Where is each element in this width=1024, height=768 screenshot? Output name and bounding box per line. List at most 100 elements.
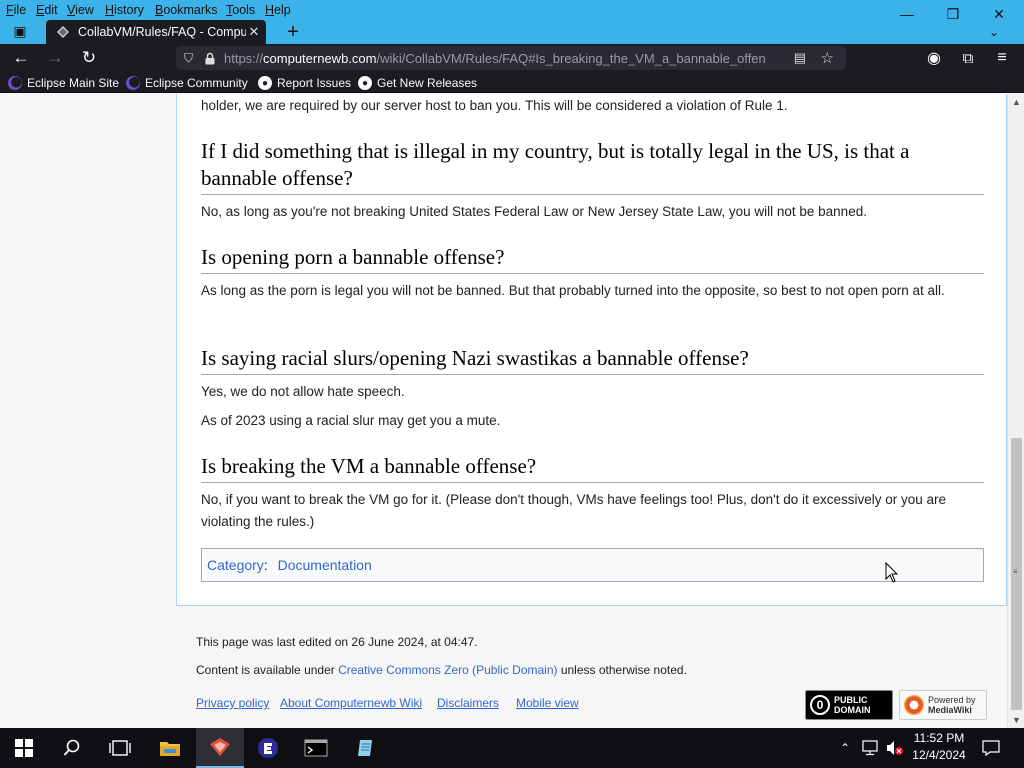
action-center-icon[interactable] [982, 728, 1000, 768]
category-label-link[interactable]: Category [207, 557, 264, 573]
bookmark-label: Report Issues [277, 76, 352, 90]
eclipse-app-icon [258, 738, 278, 758]
browser-app-icon [210, 738, 230, 756]
search-icon [63, 739, 80, 756]
mediawiki-badge-text: Powered by MediaWiki [928, 695, 976, 715]
about-link[interactable]: About Computernewb Wiki [280, 696, 422, 710]
mobile-view-link[interactable]: Mobile view [516, 696, 579, 710]
menu-hamburger-icon[interactable]: ≡ [991, 47, 1013, 69]
public-domain-badge[interactable]: 0 PUBLIC DOMAIN [805, 690, 893, 720]
notepad-icon [358, 740, 372, 756]
section-heading: Is breaking the VM a bannable offense? [201, 453, 984, 483]
lock-icon[interactable] [204, 52, 216, 65]
category-links: Category: Documentation [201, 548, 984, 582]
url-domain: computernewb.com [263, 50, 377, 66]
section-paragraph: No, if you want to break the VM go for i… [201, 492, 947, 529]
windows-logo-icon [15, 739, 33, 757]
license-link[interactable]: Creative Commons Zero (Public Domain) [338, 663, 557, 677]
collabvm-favicon-icon [57, 26, 69, 38]
tab-list-icon[interactable]: ▣ [10, 23, 30, 41]
github-icon: ● [358, 76, 372, 90]
eclipse-icon [8, 76, 22, 90]
page-scrollbar[interactable]: ▲ ≡ ▼ [1007, 94, 1024, 728]
bookmark-get-new-releases[interactable]: ● Get New Releases [358, 74, 477, 92]
section-heading: If I did something that is illegal in my… [201, 138, 984, 195]
category-label: Category [207, 557, 264, 573]
section-heading: Is opening porn a bannable offense? [201, 244, 984, 274]
shield-icon[interactable]: ⛉ [184, 51, 196, 66]
section-paragraph: No, as long as you're not breaking Unite… [201, 204, 867, 219]
task-view-button[interactable] [96, 728, 144, 768]
clock-time: 11:52 PM [913, 731, 965, 745]
menu-edit[interactable]: Edit [36, 3, 58, 17]
public-domain-icon: 0 [810, 695, 830, 715]
bookmark-label: Get New Releases [377, 76, 478, 90]
disclaimers-link[interactable]: Disclaimers [437, 696, 499, 710]
reader-view-icon[interactable]: ▤ [794, 50, 806, 66]
back-icon[interactable]: ← [10, 47, 32, 69]
menu-history[interactable]: History [105, 3, 144, 17]
firefox-taskbar-button[interactable] [196, 728, 244, 768]
search-button[interactable] [48, 728, 96, 768]
notification-icon [982, 740, 1000, 756]
url-bar[interactable]: ⛉ https://computernewb.com/wiki/CollabVM… [176, 46, 846, 70]
tab-active[interactable]: CollabVM/Rules/FAQ - Comput ✕ [46, 20, 266, 44]
bookmark-star-icon[interactable]: ☆ [821, 49, 834, 67]
menu-file[interactable]: File [6, 3, 26, 17]
bookmark-eclipse-main-site[interactable]: Eclipse Main Site [8, 74, 119, 92]
url-text: https://computernewb.com/wiki/CollabVM/R… [224, 51, 794, 66]
menu-tools[interactable]: Tools [226, 3, 255, 17]
account-icon[interactable]: ◉ [923, 47, 945, 69]
start-button[interactable] [0, 728, 48, 768]
license-text: Content is available under Creative Comm… [196, 663, 687, 677]
network-icon[interactable] [862, 728, 880, 768]
extensions-icon[interactable]: ⧉ [957, 47, 979, 69]
scroll-up-icon[interactable]: ▲ [1008, 94, 1024, 110]
reload-icon[interactable]: ↻ [78, 47, 100, 69]
clock-date: 12/4/2024 [912, 748, 966, 762]
privacy-policy-link[interactable]: Privacy policy [196, 696, 269, 710]
article-intro: holder, we are required by our server ho… [201, 98, 788, 113]
task-view-icon [109, 740, 131, 756]
license-suffix: unless otherwise noted. [557, 663, 687, 677]
license-prefix: Content is available under [196, 663, 339, 677]
volume-icon[interactable] [886, 728, 904, 768]
bookmark-label: Eclipse Community [145, 76, 248, 90]
tab-title: CollabVM/Rules/FAQ - Comput [78, 25, 246, 39]
network-computer-icon [862, 740, 878, 756]
terminal-taskbar-button[interactable] [292, 728, 340, 768]
tab-close-icon[interactable]: ✕ [246, 24, 262, 40]
bookmark-eclipse-community[interactable]: Eclipse Community [126, 74, 248, 92]
section-paragraph: Yes, we do not allow hate speech. [201, 384, 405, 399]
menu-help[interactable]: Help [265, 3, 291, 17]
eclipse-icon [126, 76, 140, 90]
menu-bookmarks[interactable]: Bookmarks [155, 3, 218, 17]
bookmark-report-issues[interactable]: ● Report Issues [258, 74, 351, 92]
navigation-bar: ← → ↻ ⛉ https://computernewb.com/wiki/Co… [0, 44, 1024, 72]
new-tab-icon[interactable]: + [282, 21, 304, 43]
notepad-taskbar-button[interactable] [342, 728, 390, 768]
screen: File Edit View History Bookmarks Tools H… [0, 0, 1024, 768]
section-heading: Is saying racial slurs/opening Nazi swas… [201, 345, 984, 375]
file-explorer-button[interactable] [146, 728, 194, 768]
page-viewport: holder, we are required by our server ho… [0, 94, 1024, 728]
taskbar-clock[interactable]: 11:52 PM 12/4/2024 [906, 730, 972, 764]
section-paragraph: As of 2023 using a racial slur may get y… [201, 413, 501, 428]
eclipse-taskbar-button[interactable] [244, 728, 292, 768]
menu-view[interactable]: View [67, 3, 94, 17]
bookmark-label: Eclipse Main Site [27, 76, 120, 90]
taskbar: ⌃ 11:52 PM 12/4/2024 [0, 728, 1024, 768]
terminal-icon [304, 739, 328, 757]
url-path: /wiki/CollabVM/Rules/FAQ#Is_breaking_the… [376, 50, 766, 66]
article-content: holder, we are required by our server ho… [176, 94, 1007, 606]
scroll-down-icon[interactable]: ▼ [1008, 712, 1024, 728]
section-paragraph: As long as the porn is legal you will no… [201, 283, 945, 298]
show-hidden-icons-icon[interactable]: ⌃ [840, 728, 850, 768]
powered-by-mediawiki-badge[interactable]: Powered by MediaWiki [899, 690, 987, 720]
category-documentation-link[interactable]: Documentation [278, 557, 372, 573]
forward-icon[interactable]: → [44, 47, 66, 69]
list-all-tabs-icon[interactable]: ⌄ [984, 22, 1004, 42]
tab-bar: ▣ CollabVM/Rules/FAQ - Comput ✕ + ⌄ [0, 20, 1024, 44]
url-prefix: https:// [224, 50, 264, 66]
mediawiki-icon [904, 695, 924, 715]
